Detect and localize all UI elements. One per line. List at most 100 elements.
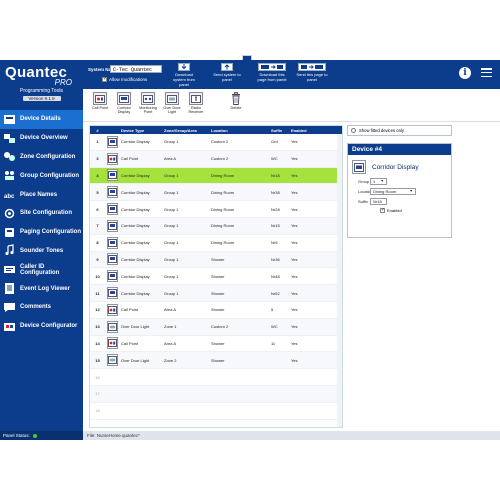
table-row[interactable]: 1 Corridor Display Group 1 Custom 2 Grd Yes	[90, 134, 342, 151]
column-header-device-type[interactable]: Device Type	[119, 128, 164, 133]
row-number: 12	[95, 307, 100, 313]
row-number: 9	[96, 256, 99, 262]
sidebar-item-site-configuration[interactable]: Site Configuration	[0, 204, 83, 223]
sidebar-item-device-configurator[interactable]: Device Configurator	[0, 317, 83, 336]
table-scrollbar[interactable]	[337, 134, 342, 427]
table-row[interactable]: 6 Corridor Display Group 1 Dining Room Nr28 Y…	[90, 201, 342, 218]
cell-device-type: Over Door Light	[121, 357, 150, 363]
system-name-input[interactable]: C-Tec Quantec	[110, 65, 162, 73]
over-door-light-icon	[106, 320, 118, 333]
enabled-label: Enabled	[387, 208, 402, 213]
sidebar-item-place-names[interactable]: abc Place Names	[0, 185, 83, 204]
chevron-down-icon: ▼	[380, 179, 384, 183]
column-header-zone[interactable]: Zone/Group/Area	[164, 128, 211, 133]
corridor-display-icon	[106, 287, 118, 300]
table-row[interactable]: 16	[90, 369, 342, 386]
table-header: # Device Type Zone/Group/Area Location S…	[90, 126, 342, 134]
table-row[interactable]: 18	[90, 403, 342, 420]
cell-suffix: Nr5	[271, 240, 278, 246]
cell-suffix: Grd	[271, 139, 278, 145]
cell-zone: Group 1	[164, 240, 179, 246]
zone-config-icon	[4, 152, 15, 162]
cell-zone: Zone 2	[164, 357, 177, 363]
hamburger-menu-icon[interactable]	[481, 68, 492, 78]
cell-enabled: Yes	[291, 223, 298, 229]
cell-suffix: WC	[271, 324, 278, 330]
tool-label: Corridor Display	[117, 106, 131, 115]
sidebar-item-label: Sounder Tones	[20, 247, 64, 254]
tool-label: Monitoring Point	[139, 106, 157, 115]
table-row[interactable]: 11 Corridor Display Group 1 Shower Nr52 Yes	[90, 285, 342, 302]
suffix-input[interactable]: Nr18	[370, 197, 387, 205]
send-system-button[interactable]: Send system to panel	[212, 63, 242, 82]
location-label: Location	[358, 188, 374, 194]
over-door-light-icon	[165, 92, 179, 105]
allow-modifications-checkbox[interactable]: Allow modifications	[102, 76, 147, 82]
add-radio-receiver-button[interactable]: Radio Receiver	[185, 92, 207, 114]
sidebar-item-comments[interactable]: Comments	[0, 298, 83, 317]
cell-device-type: Corridor Display	[121, 290, 150, 296]
sidebar-item-caller-id-configuration[interactable]: Caller ID Configuration	[0, 260, 83, 279]
table-row[interactable]: 7 Corridor Display Group 1 Dining Room Nr15 Y…	[90, 217, 342, 235]
download-system-label: Download system from panel	[173, 72, 195, 87]
info-icon[interactable]: i	[459, 67, 471, 79]
sidebar-item-device-overview[interactable]: Device Overview	[0, 129, 83, 148]
download-system-button[interactable]: Download system from panel	[169, 63, 199, 87]
call-point-icon	[106, 152, 118, 165]
table-row[interactable]: 3 Call Point Area A Custom 2 WC Yes	[90, 150, 342, 168]
table-row[interactable]: 8 Corridor Display Group 1 Dining Room Nr5 Ye…	[90, 235, 342, 252]
add-monitoring-point-button[interactable]: Monitoring Point	[137, 92, 159, 114]
sidebar-item-device-details[interactable]: Device Details	[0, 110, 83, 129]
cell-device-type: Over Door Light	[121, 324, 150, 330]
table-row[interactable]: 17	[90, 385, 342, 403]
corridor-display-icon	[352, 160, 366, 174]
cell-location: Dining Room	[211, 172, 235, 178]
enabled-checkbox[interactable]: Enabled	[380, 207, 451, 213]
small-tab-handle[interactable]	[242, 55, 252, 60]
table-row[interactable]: 12 Call Point Area A Shower 5 Yes	[90, 302, 342, 319]
monitoring-point-icon	[141, 92, 155, 105]
table-row[interactable]: 13 Over Door Light Zone 1 Custom 2 WC Yes	[90, 318, 342, 336]
send-system-label: Send system to panel	[213, 72, 241, 82]
add-call-point-button[interactable]: Call Point	[89, 92, 111, 110]
sidebar-item-event-log-viewer[interactable]: Event Log Viewer	[0, 279, 83, 298]
table-row[interactable]: 4 Corridor Display Group 1 Dining Room Nr18 Y…	[90, 167, 342, 185]
column-header-suffix[interactable]: Suffix	[271, 128, 291, 133]
table-row[interactable]: 5 Corridor Display Group 1 Dining Room Nr38 Y…	[90, 184, 342, 202]
add-over-door-light-button[interactable]: Over Door Light	[161, 92, 183, 114]
delete-button[interactable]: Delete	[225, 92, 247, 110]
column-header-number[interactable]: #	[90, 128, 105, 133]
table-row[interactable]: 10 Corridor Display Group 1 Shower Nr48 Yes	[90, 268, 342, 286]
show-fitted-devices-toggle[interactable]: Show fitted devices only	[347, 125, 452, 136]
location-select[interactable]: Dining Room ▼	[370, 187, 416, 195]
row-number: 16	[95, 374, 100, 380]
sidebar-item-label: Event Log Viewer	[20, 285, 70, 292]
corridor-display-icon	[106, 186, 118, 199]
group-select[interactable]: 1 ▼	[370, 177, 387, 185]
radio-icon[interactable]	[351, 128, 356, 133]
checkbox-icon[interactable]	[380, 207, 385, 213]
sidebar-item-paging-configuration[interactable]: Paging Configuration	[0, 223, 83, 242]
cell-enabled: Yes	[291, 189, 298, 195]
sidebar-item-zone-configuration[interactable]: Zone Configuration	[0, 148, 83, 167]
download-page-button[interactable]: Download this page from panel	[255, 63, 289, 82]
table-row[interactable]: 15 Over Door Light Zone 2 Shower Yes	[90, 352, 342, 370]
sidebar-item-sounder-tones[interactable]: Sounder Tones	[0, 242, 83, 261]
table-row[interactable]: 14 Call Point Area A Shower 11 Yes	[90, 336, 342, 353]
sidebar-item-label: Place Names	[20, 191, 58, 198]
checkbox-icon[interactable]	[102, 76, 107, 82]
cell-zone: Group 1	[164, 223, 179, 229]
column-header-enabled[interactable]: Enabled	[291, 128, 311, 133]
over-door-light-icon	[106, 354, 118, 367]
send-page-button[interactable]: Send this page to panel	[295, 63, 329, 82]
add-corridor-display-button[interactable]: Corridor Display	[113, 92, 135, 114]
cell-enabled: Yes	[291, 172, 298, 178]
device-detail-panel: Device #4 Corridor Display Group 1 ▼ Loc…	[347, 143, 452, 238]
svg-text:abc: abc	[4, 194, 15, 200]
send-page-icon	[298, 63, 326, 71]
column-header-location[interactable]: Location	[211, 128, 271, 133]
tool-label: Over Door Light	[163, 106, 181, 115]
table-row[interactable]: 9 Corridor Display Group 1 Shower Nr36 Yes	[90, 251, 342, 269]
sidebar-item-group-configuration[interactable]: Group Configuration	[0, 166, 83, 185]
corridor-display-icon	[117, 92, 131, 105]
